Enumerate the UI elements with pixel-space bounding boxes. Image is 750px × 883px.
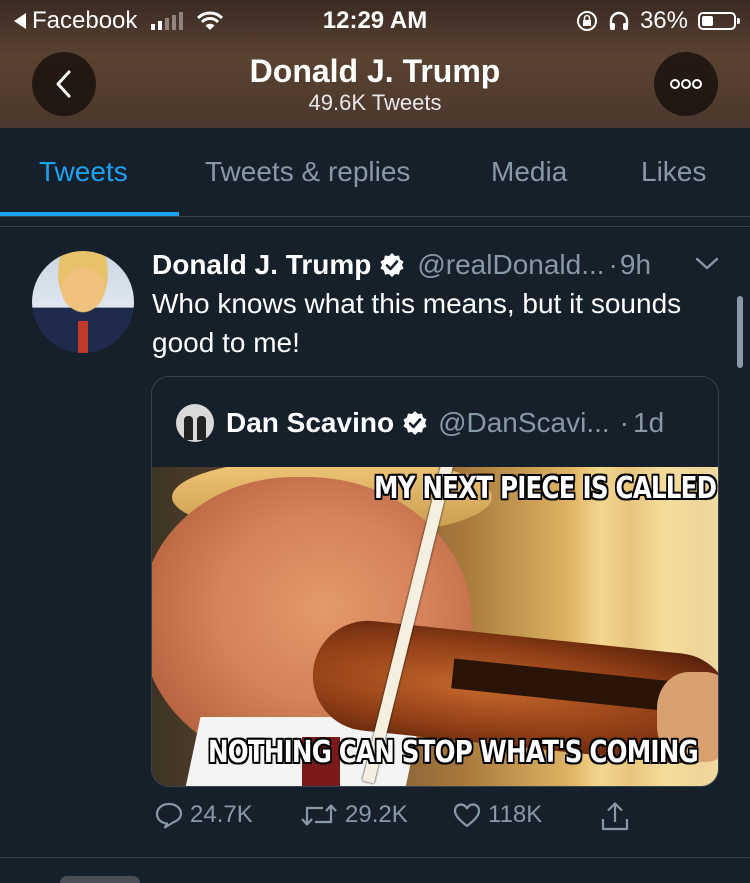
divider [0,226,750,227]
retweet-count: 29.2K [345,801,408,828]
profile-title: Donald J. Trump 49.6K Tweets [150,52,600,116]
next-tweet-avatar[interactable] [60,876,140,883]
tab-media[interactable]: Media [491,156,567,188]
scrollbar[interactable] [737,296,743,368]
battery-percent: 36% [639,7,688,34]
quote-author-name[interactable]: Dan Scavino [226,407,394,439]
quoted-tweet[interactable]: Dan Scavino @DanScavi... · 1d MY NEXT PI… [151,376,719,787]
profile-tabs: Tweets Tweets & replies Media Likes [0,128,750,217]
divider [0,857,750,858]
battery-icon [698,12,740,30]
tab-tweets-replies[interactable]: Tweets & replies [205,156,410,188]
meme-caption-top: MY NEXT PIECE IS CALLED [374,471,717,506]
more-icon [670,79,702,89]
rotation-lock-icon [576,11,597,31]
reply-icon [155,802,183,829]
like-button[interactable]: 118K [452,800,542,830]
tweet-actions: 24.7K 29.2K 118K [0,800,750,840]
chevron-down-icon[interactable] [694,256,720,272]
separator-dot: · [619,407,629,438]
separator-dot: · [608,249,618,280]
tweet-handle[interactable]: @realDonald... [417,249,604,281]
quote-time[interactable]: 1d [633,407,664,439]
quote-avatar[interactable] [176,404,214,442]
reply-button[interactable]: 24.7K [154,800,253,830]
reply-count: 24.7K [190,801,253,828]
more-button[interactable] [654,52,718,116]
verified-badge-icon [380,253,404,277]
like-count: 118K [488,801,543,828]
status-bar: Facebook 12:29 AM 36% [0,0,750,40]
headphones-icon [609,11,629,30]
tweet-text: Who knows what this means, but it sounds… [152,288,682,358]
tweet-count: 49.6K Tweets [308,90,442,115]
share-icon [601,802,629,831]
verified-badge-icon [403,411,427,435]
quote-header: Dan Scavino @DanScavi... · 1d [176,403,664,443]
avatar[interactable] [32,251,134,353]
retweet-icon [301,804,337,826]
meme-caption-bottom: NOTHING CAN STOP WHAT'S COMING [208,735,699,770]
tab-likes[interactable]: Likes [641,156,706,188]
status-right: 36% [576,7,740,35]
page-title: Donald J. Trump [249,53,501,89]
profile-header: Facebook 12:29 AM 36% Donald J. Trump 49… [0,0,750,128]
tweet-author-name[interactable]: Donald J. Trump [152,249,371,281]
back-button[interactable] [32,52,96,116]
quote-handle[interactable]: @DanScavi... [438,407,610,439]
retweet-button[interactable]: 29.2K [299,800,408,830]
tweet-header: Donald J. Trump @realDonald... · 9h [152,247,651,283]
tweet-time[interactable]: 9h [620,249,651,281]
heart-icon [453,803,481,828]
active-tab-indicator [0,212,179,216]
chevron-left-icon [56,70,71,98]
battery-fill [702,16,713,26]
quote-image[interactable]: MY NEXT PIECE IS CALLED NOTHING CAN STOP… [152,467,718,786]
share-button[interactable] [600,800,630,832]
tab-tweets[interactable]: Tweets [39,156,128,188]
